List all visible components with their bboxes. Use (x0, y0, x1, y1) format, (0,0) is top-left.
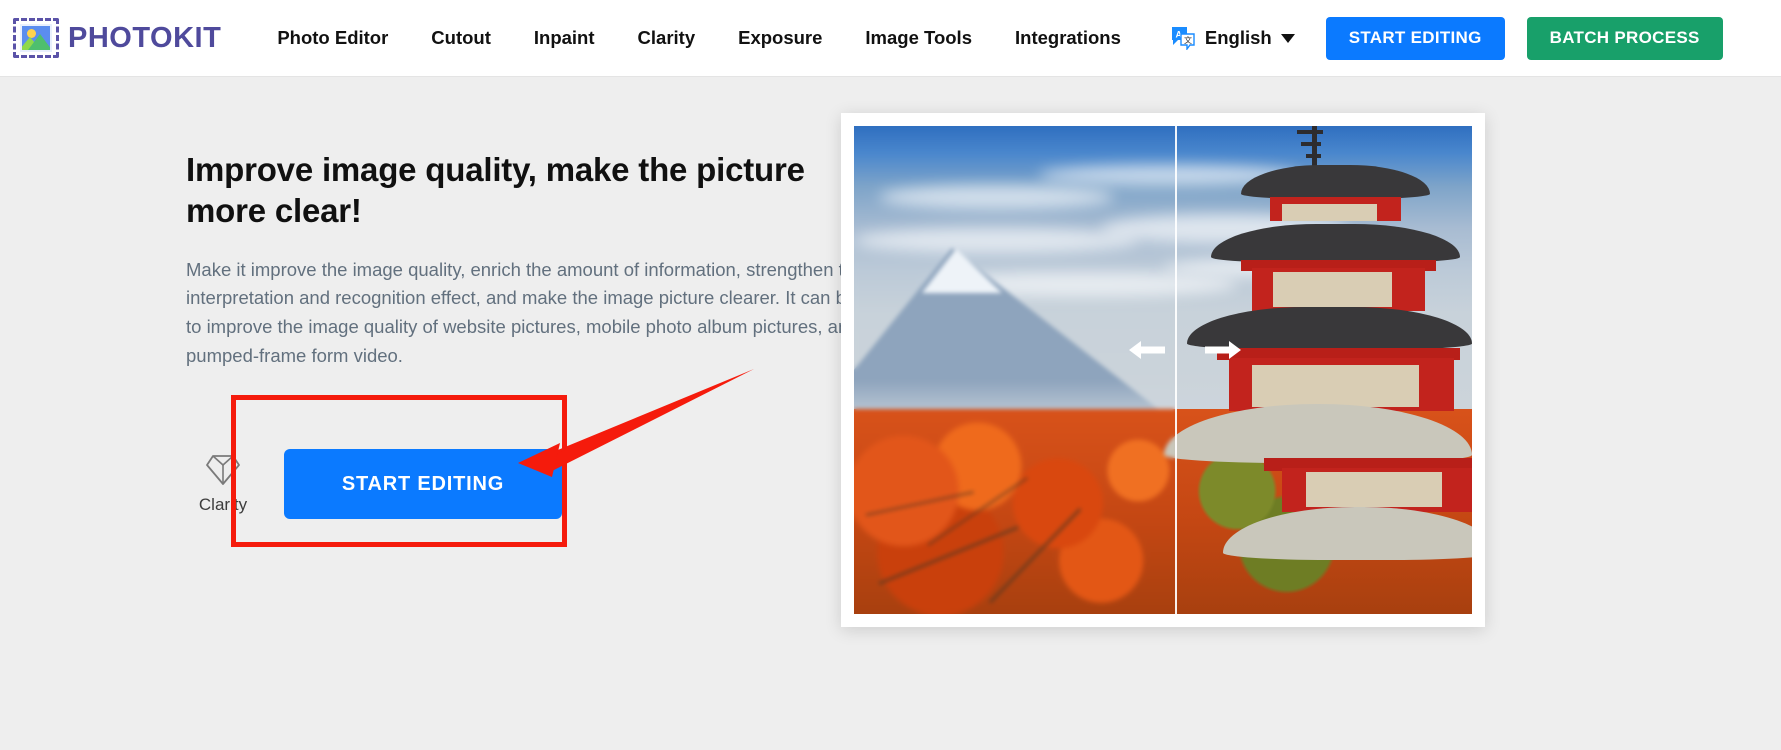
header-batch-process-button[interactable]: BATCH PROCESS (1526, 16, 1723, 60)
preview-card (841, 113, 1485, 627)
nav-item-inpaint[interactable]: Inpaint (534, 27, 595, 49)
header-start-editing-button[interactable]: START EDITING (1325, 16, 1505, 60)
hero-copy: Improve image quality, make the picture … (186, 149, 926, 370)
tool-chip-label: Clarity (198, 495, 248, 514)
language-label: English (1204, 27, 1272, 48)
main-nav: Photo Editor Cutout Inpaint Clarity Expo… (277, 27, 1164, 49)
nav-item-photo-editor[interactable]: Photo Editor (277, 27, 388, 49)
preview-before-pane (854, 126, 1176, 614)
site-header: PHOTOKIT Photo Editor Cutout Inpaint Cla… (0, 0, 1781, 77)
nav-item-image-tools[interactable]: Image Tools (865, 27, 972, 49)
hero-section: Improve image quality, make the picture … (0, 77, 1781, 750)
svg-text:文: 文 (1184, 35, 1192, 45)
hero-description: Make it improve the image quality, enric… (186, 258, 920, 366)
nav-item-cutout[interactable]: Cutout (431, 27, 491, 49)
logo[interactable]: PHOTOKIT (13, 18, 221, 58)
chevron-down-icon (1280, 33, 1295, 43)
tool-chip-clarity[interactable]: Clarity (186, 453, 260, 515)
nav-item-exposure[interactable]: Exposure (738, 27, 822, 49)
nav-item-clarity[interactable]: Clarity (638, 27, 696, 49)
hero-start-editing-button[interactable]: START EDITING (284, 449, 562, 519)
comparison-divider[interactable] (1175, 126, 1178, 614)
hero-cta-row: Clarity START EDITING (186, 449, 562, 519)
logo-text: PHOTOKIT (68, 21, 222, 54)
before-after-preview[interactable] (854, 126, 1472, 614)
page-title: Improve image quality, make the picture … (186, 151, 805, 230)
nav-item-integrations[interactable]: Integrations (1015, 27, 1121, 49)
pagoda (1163, 126, 1472, 614)
arrow-left-icon[interactable] (1127, 338, 1167, 367)
preview-photo (854, 126, 1472, 614)
translate-icon: A 文 (1171, 26, 1196, 52)
diamond-icon (205, 453, 241, 487)
language-selector[interactable]: A 文 English (1171, 26, 1295, 52)
photo-selection-icon (13, 18, 59, 58)
page-root: PHOTOKIT Photo Editor Cutout Inpaint Cla… (0, 0, 1781, 750)
arrow-right-icon[interactable] (1203, 338, 1243, 367)
